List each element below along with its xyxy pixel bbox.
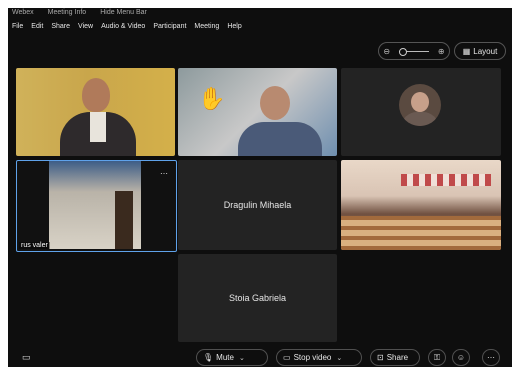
emoji-icon: ☺ — [456, 353, 466, 362]
lock-icon: ⚿ — [433, 352, 441, 362]
layout-label: Layout — [473, 46, 498, 56]
menu-edit[interactable]: Edit — [31, 20, 43, 34]
share-label: Share — [386, 353, 409, 362]
menu-audio-video[interactable]: Audio & Video — [101, 20, 145, 34]
lock-button[interactable]: ⚿ — [428, 349, 446, 366]
video-tile-5[interactable]: Dragulin Mihaela — [178, 160, 337, 250]
video-tile-1[interactable] — [16, 68, 175, 156]
camera-icon: ▭ — [283, 353, 291, 362]
chevron-down-icon[interactable]: ⌄ — [239, 354, 245, 362]
mute-button[interactable]: 🎙 Mute ⌄ — [196, 349, 268, 366]
zoom-in-icon[interactable]: ⊕ — [438, 47, 445, 56]
meeting-controls: ▭ 🎙 Mute ⌄ ▭ Stop video ⌄ ⊡ Share ⚿ ☺ ⋯ — [8, 349, 512, 367]
layout-icon: ▦ — [462, 46, 471, 56]
more-options-button[interactable]: ⋯ — [482, 349, 500, 366]
video-tile-6[interactable] — [341, 160, 501, 250]
microphone-icon: 🎙 — [203, 353, 214, 362]
classroom-desks — [341, 216, 501, 250]
classroom-windows — [401, 174, 491, 186]
participant-name: Dragulin Mihaela — [223, 200, 292, 210]
app-title: Webex — [12, 9, 34, 16]
zoom-knob[interactable] — [398, 47, 407, 56]
raised-hand-icon: ✋ — [198, 86, 226, 111]
menu-file[interactable]: File — [12, 20, 23, 34]
menu-bar: File Edit Share View Audio & Video Parti… — [8, 20, 512, 34]
video-tile-7[interactable]: Stoia Gabriela — [178, 254, 337, 342]
hide-menu-bar-link[interactable]: Hide Menu Bar — [100, 8, 147, 18]
zoom-out-icon[interactable]: ⊖ — [383, 47, 390, 56]
share-button[interactable]: ⊡ Share — [370, 349, 420, 366]
chat-icon[interactable]: ▭ — [22, 352, 31, 363]
video-tile-2[interactable]: ✋ — [178, 68, 337, 156]
webex-window: Webex Meeting Info Hide Menu Bar File Ed… — [8, 8, 512, 367]
menu-view[interactable]: View — [78, 20, 93, 34]
share-icon: ⊡ — [377, 353, 384, 362]
menu-help[interactable]: Help — [227, 20, 241, 34]
video-tile-active[interactable]: ⋯ rus valer — [16, 160, 177, 252]
meeting-info-link[interactable]: Meeting Info — [48, 8, 87, 18]
zoom-track[interactable] — [398, 47, 429, 56]
participant-name-label: rus valer — [19, 242, 50, 249]
avatar — [399, 84, 441, 126]
menu-participant[interactable]: Participant — [153, 20, 186, 34]
chevron-down-icon[interactable]: ⌄ — [336, 354, 342, 362]
stop-video-button[interactable]: ▭ Stop video ⌄ — [276, 349, 362, 366]
participant-video — [234, 80, 324, 156]
title-bar: Webex Meeting Info Hide Menu Bar — [8, 8, 512, 18]
menu-share[interactable]: Share — [51, 20, 70, 34]
menu-meeting[interactable]: Meeting — [194, 20, 219, 34]
more-icon: ⋯ — [487, 353, 495, 362]
participant-video — [49, 161, 141, 249]
participant-video — [60, 74, 140, 156]
stop-video-label: Stop video — [293, 353, 332, 362]
zoom-slider[interactable]: ⊖ ⊕ — [378, 42, 450, 60]
more-options-icon[interactable]: ⋯ — [160, 169, 168, 178]
layout-button[interactable]: ▦ Layout — [454, 42, 506, 60]
mute-label: Mute — [216, 353, 234, 362]
participant-name: Stoia Gabriela — [228, 293, 287, 303]
reactions-button[interactable]: ☺ — [452, 349, 470, 366]
video-tile-3[interactable] — [341, 68, 501, 156]
